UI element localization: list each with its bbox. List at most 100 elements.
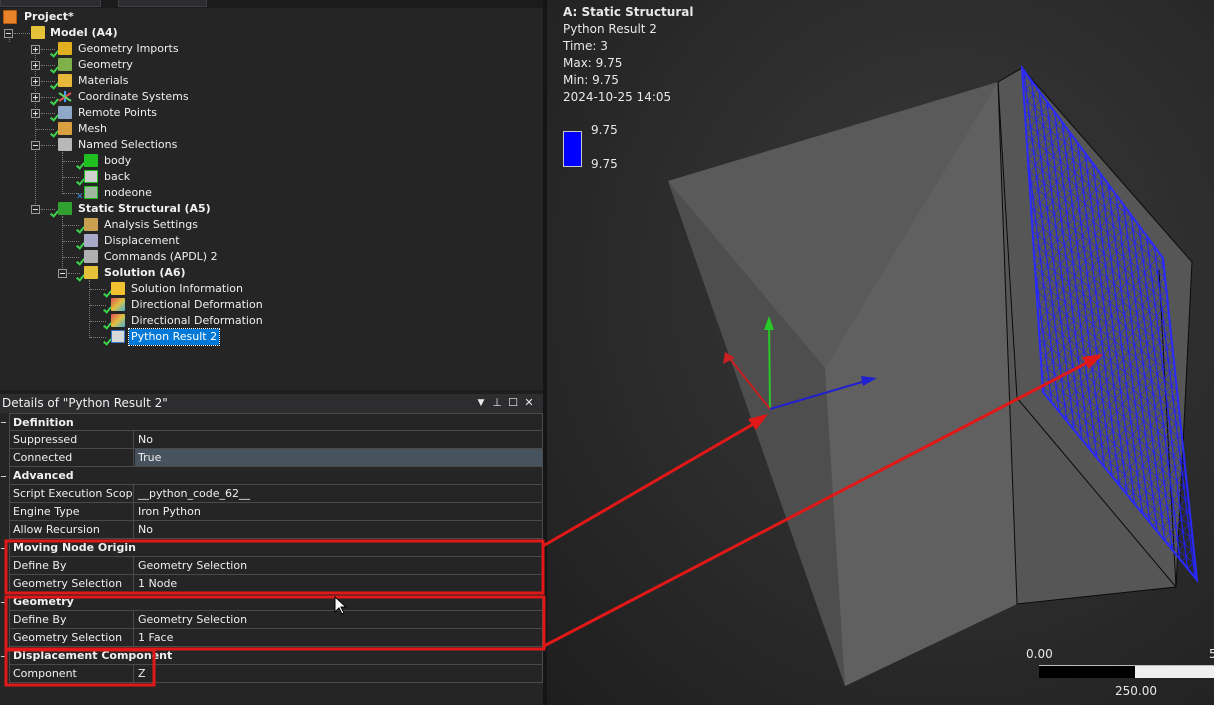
tree-item-label: Coordinate Systems: [78, 90, 189, 103]
solution-icon: [84, 266, 98, 279]
property-value[interactable]: Geometry Selection: [135, 611, 542, 628]
group-label: Displacement Component: [13, 649, 173, 662]
group-displacement-component[interactable]: Displacement Component: [9, 647, 543, 665]
model-icon: [31, 26, 45, 39]
property-row-define-by[interactable]: Define By Geometry Selection: [9, 611, 543, 629]
property-value[interactable]: No: [135, 431, 542, 448]
property-row-component[interactable]: Component Z: [9, 665, 543, 683]
group-collapse-icon[interactable]: [0, 598, 8, 607]
group-advanced[interactable]: Advanced: [9, 467, 543, 485]
property-value[interactable]: Geometry Selection: [135, 557, 542, 574]
property-value[interactable]: True: [135, 449, 542, 466]
tree-item-label: Displacement: [104, 234, 180, 247]
toolbar-field[interactable]: [118, 0, 207, 7]
tree-toolbar: [0, 0, 543, 8]
expand-toggle[interactable]: [31, 45, 40, 54]
tree-item-model[interactable]: Model (A4): [31, 25, 120, 41]
result-time: Time: 3: [563, 39, 608, 53]
scale-bar-light-segment: [1135, 666, 1214, 678]
analysis-title: A: Static Structural: [563, 5, 694, 19]
tree-item-back[interactable]: back: [74, 169, 132, 185]
coordinate-systems-icon: [58, 90, 72, 103]
tree-item-directional-deformation-2[interactable]: Directional Deformation: [101, 313, 265, 329]
triad-y-axis: [768, 317, 771, 410]
tree-item-named-selections[interactable]: Named Selections: [48, 137, 179, 153]
tree-item-coordinate-systems[interactable]: Coordinate Systems: [48, 89, 191, 105]
displacement-icon: [84, 234, 98, 247]
property-name: Engine Type: [10, 503, 134, 520]
dropdown-arrow-icon[interactable]: ▼: [474, 396, 488, 410]
tree-item-geometry[interactable]: Geometry: [48, 57, 135, 73]
scale-bar-dark-segment: [1039, 666, 1135, 678]
tree-item-commands[interactable]: Commands (APDL) 2: [74, 249, 220, 265]
maximize-icon[interactable]: ☐: [506, 396, 520, 410]
tree-item-python-result-2[interactable]: Python Result 2: [101, 328, 221, 346]
tree-item-label: Remote Points: [78, 106, 157, 119]
tree-item-nodeone[interactable]: ✕ nodeone: [74, 185, 154, 202]
graphics-viewport[interactable]: A: Static Structural Python Result 2 Tim…: [547, 0, 1214, 705]
tree-item-solution[interactable]: Solution (A6): [74, 265, 188, 281]
expand-toggle[interactable]: [31, 93, 40, 102]
details-panel: Details of "Python Result 2" ▼ ⊥ ☐ ✕ Def…: [0, 394, 543, 705]
property-row-allow-recursion[interactable]: Allow Recursion No: [9, 521, 543, 539]
tree-item-project[interactable]: Project*: [3, 9, 76, 25]
tree-item-label: Directional Deformation: [131, 298, 263, 311]
group-geometry[interactable]: Geometry: [9, 593, 543, 611]
group-moving-node-origin[interactable]: Moving Node Origin: [9, 539, 543, 557]
details-header: Details of "Python Result 2" ▼ ⊥ ☐ ✕: [0, 394, 543, 413]
x-mark-icon: ✕: [76, 192, 84, 202]
property-value[interactable]: Iron Python: [135, 503, 542, 520]
property-value[interactable]: __python_code_62__: [135, 485, 542, 502]
property-value[interactable]: No: [135, 521, 542, 538]
property-row-define-by[interactable]: Define By Geometry Selection: [9, 557, 543, 575]
property-name: Script Execution Scope: [10, 485, 134, 502]
group-definition[interactable]: Definition: [9, 413, 543, 431]
analysis-settings-icon: [84, 218, 98, 231]
collapse-toggle[interactable]: [31, 205, 40, 214]
property-row-script-execution-scope[interactable]: Script Execution Scope __python_code_62__: [9, 485, 543, 503]
tree-item-solution-information[interactable]: Solution Information: [101, 281, 245, 297]
tree-item-analysis-settings[interactable]: Analysis Settings: [74, 217, 200, 233]
tree-item-remote-points[interactable]: Remote Points: [48, 105, 159, 121]
property-row-geometry-selection[interactable]: Geometry Selection 1 Face: [9, 629, 543, 647]
expand-toggle[interactable]: [31, 109, 40, 118]
group-collapse-icon[interactable]: [0, 544, 8, 553]
pin-icon[interactable]: ⊥: [490, 396, 504, 410]
group-label: Definition: [13, 416, 74, 429]
tree-item-geometry-imports[interactable]: Geometry Imports: [48, 41, 181, 57]
expand-toggle[interactable]: [31, 77, 40, 86]
tree-item-directional-deformation-1[interactable]: Directional Deformation: [101, 297, 265, 313]
result-annotation: A: Static Structural Python Result 2 Tim…: [563, 4, 693, 106]
tree-item-label: Materials: [78, 74, 129, 87]
property-value[interactable]: 1 Face: [135, 629, 542, 646]
property-value[interactable]: Z: [135, 665, 542, 682]
python-result-icon: [111, 330, 125, 343]
collapse-toggle[interactable]: [58, 269, 67, 278]
tree-item-displacement[interactable]: Displacement: [74, 233, 182, 249]
property-name: Define By: [10, 611, 134, 628]
tree-item-static-structural[interactable]: Static Structural (A5): [48, 201, 213, 217]
property-row-connected[interactable]: Connected True: [9, 449, 543, 467]
collapse-toggle[interactable]: [4, 29, 13, 38]
legend-color-swatch[interactable]: [563, 131, 582, 167]
property-value[interactable]: 1 Node: [135, 575, 542, 592]
group-collapse-icon[interactable]: [0, 472, 8, 481]
result-name: Python Result 2: [563, 22, 657, 36]
tree-item-label: Geometry: [78, 58, 133, 71]
collapse-toggle[interactable]: [31, 141, 40, 150]
toolbar-field[interactable]: [0, 0, 101, 7]
property-row-engine-type[interactable]: Engine Type Iron Python: [9, 503, 543, 521]
group-collapse-icon[interactable]: [0, 652, 8, 661]
body-selection-icon: [84, 154, 98, 167]
tree-item-label: Named Selections: [78, 138, 178, 151]
property-row-geometry-selection[interactable]: Geometry Selection 1 Node: [9, 575, 543, 593]
group-collapse-icon[interactable]: [0, 418, 8, 427]
tree-item-mesh[interactable]: Mesh: [48, 121, 109, 137]
scale-end-label: 5: [1209, 647, 1214, 661]
tree-item-body[interactable]: body: [74, 153, 133, 169]
expand-toggle[interactable]: [31, 61, 40, 70]
tree-item-materials[interactable]: Materials: [48, 73, 130, 89]
property-row-suppressed[interactable]: Suppressed No: [9, 431, 543, 449]
close-icon[interactable]: ✕: [522, 396, 536, 410]
group-label: Geometry: [13, 595, 74, 608]
